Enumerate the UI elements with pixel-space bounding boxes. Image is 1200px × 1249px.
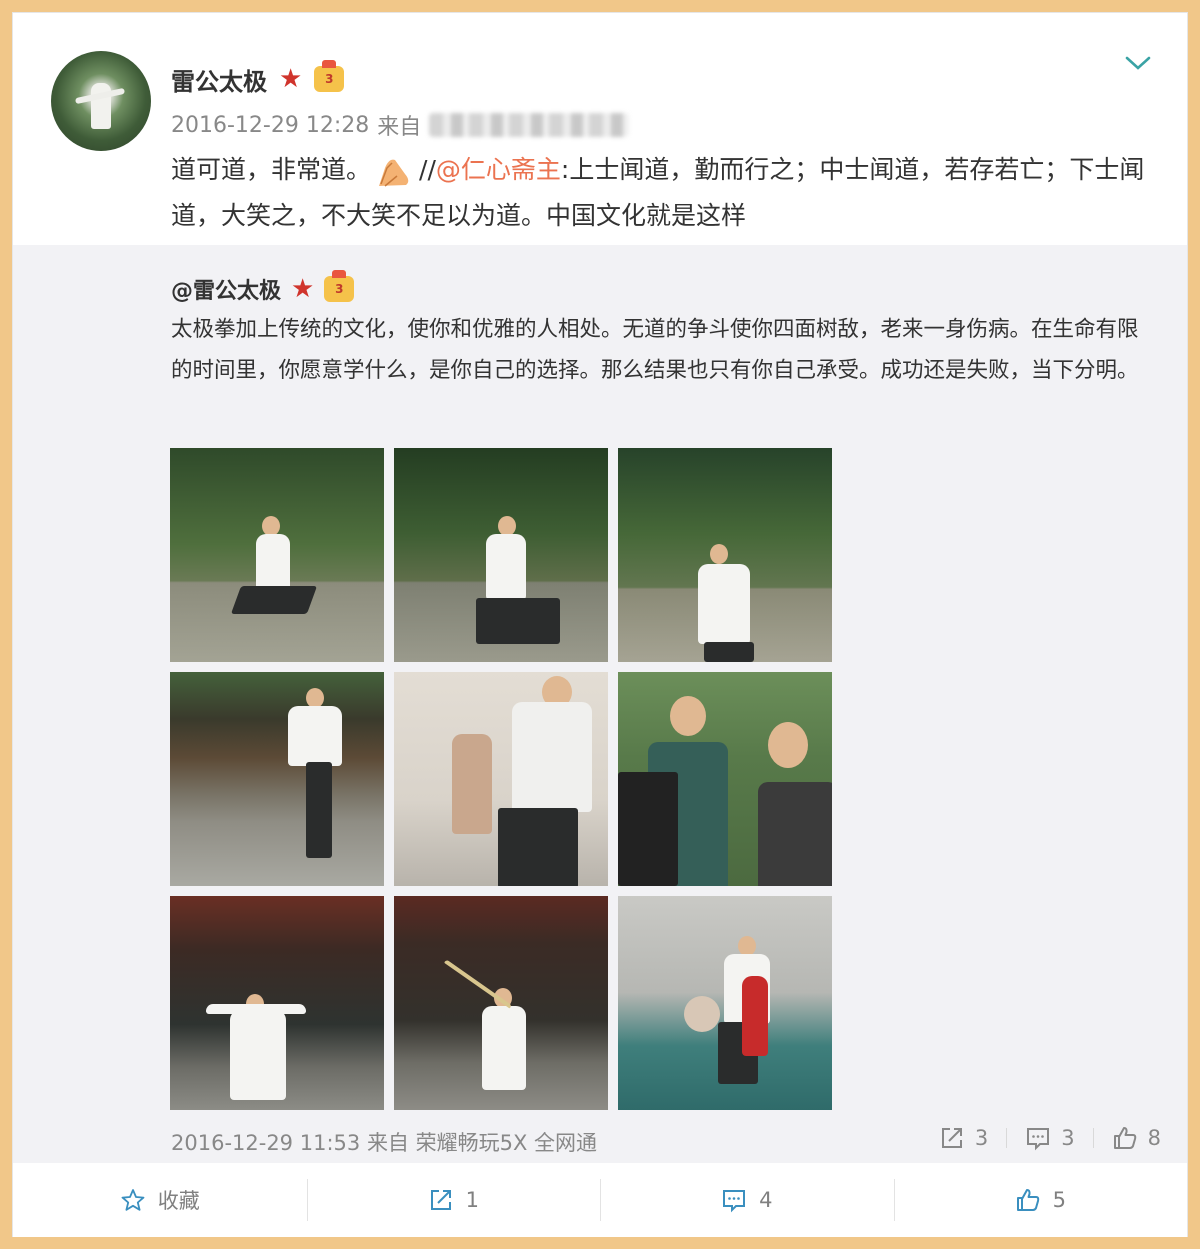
photo-garden-stance-2[interactable]: [394, 448, 608, 662]
repost-user-handle[interactable]: @雷公太极: [171, 273, 281, 305]
post-timestamp[interactable]: 2016-12-29 12:28: [171, 113, 369, 138]
comment-icon: [1027, 1128, 1050, 1151]
repost-text: 太极拳加上传统的文化，使你和优雅的人相处。无道的争斗使你四面树敌，老来一身伤病。…: [171, 317, 1139, 383]
praying-hands-emoji: [379, 159, 409, 187]
blurred-source: [429, 113, 630, 137]
repost-comment-button[interactable]: 3: [1025, 1125, 1075, 1151]
share-button[interactable]: 1: [306, 1163, 601, 1237]
repost-user-row: @雷公太极 ★ 3: [171, 270, 355, 305]
repost-meta: 2016-12-29 11:53 来自 荣耀畅玩5X 全网通: [171, 1127, 597, 1157]
repost-source-prefix: 来自: [366, 1131, 409, 1155]
like-button[interactable]: 5: [893, 1163, 1188, 1237]
repost-block: @雷公太极 ★ 3 太极拳加上传统的文化，使你和优雅的人相处。无道的争斗使你四面…: [13, 245, 1187, 1163]
user-name[interactable]: 雷公太极: [171, 62, 267, 97]
photo-pavilion-sword[interactable]: [394, 896, 608, 1110]
photo-push-hands[interactable]: [618, 672, 832, 886]
share-icon: [941, 1128, 962, 1148]
repost-timestamp[interactable]: 2016-12-29 11:53: [171, 1131, 360, 1155]
repost-source[interactable]: 荣耀畅玩5X 全网通: [416, 1131, 597, 1155]
favorite-button[interactable]: 收藏: [13, 1163, 307, 1237]
crown-badge-icon[interactable]: 3: [324, 270, 355, 302]
avatar[interactable]: [51, 51, 151, 151]
share-count: 1: [465, 1188, 479, 1212]
photo-teaching-child[interactable]: [394, 672, 608, 886]
red-star-icon: ★: [279, 64, 303, 94]
photo-demo-audience[interactable]: [170, 672, 384, 886]
star-outline-icon: [121, 1189, 145, 1211]
photo-gym-fan[interactable]: [618, 896, 832, 1110]
red-star-icon: ★: [291, 274, 315, 304]
like-count: 5: [1052, 1188, 1066, 1212]
share-icon: [430, 1190, 451, 1210]
favorite-label: 收藏: [157, 1189, 200, 1213]
post-text-before: 道可道，非常道。: [171, 155, 372, 184]
crown-badge-icon[interactable]: 3: [314, 60, 345, 92]
comment-count: 4: [759, 1188, 773, 1212]
comment-button[interactable]: 4: [600, 1163, 894, 1237]
repost-like-count: 8: [1147, 1126, 1161, 1150]
repost-comment-count: 3: [1061, 1126, 1075, 1150]
vip-level: 3: [335, 282, 344, 296]
weibo-post-card: 雷公太极 ★ 3 2016-12-29 12:28 来自 道可道，非常道。//@…: [12, 12, 1188, 1237]
post-header: 雷公太极 ★ 3 2016-12-29 12:28 来自 道可道，非常道。 //@…: [13, 13, 1187, 245]
repost-like-button[interactable]: 8: [1112, 1125, 1161, 1151]
source-prefix: 来自: [377, 115, 422, 140]
mention-link[interactable]: @仁心斋主: [436, 155, 561, 184]
name-row: 雷公太极 ★ 3: [171, 60, 345, 97]
repost-actions: 3 3 8: [939, 1125, 1161, 1151]
photo-garden-stance-1[interactable]: [170, 448, 384, 662]
repost-share-button[interactable]: 3: [939, 1125, 988, 1151]
post-text-separator: //: [419, 155, 436, 184]
action-bar: 收藏 1 4 5: [13, 1163, 1187, 1237]
photo-grid: [170, 448, 832, 1110]
thumbs-up-icon: [1016, 1189, 1039, 1211]
post-meta: 2016-12-29 12:28 来自: [171, 109, 630, 141]
thumbs-up-icon: [1113, 1127, 1136, 1149]
photo-garden-stance-3[interactable]: [618, 448, 832, 662]
vip-level: 3: [325, 72, 334, 86]
comment-icon: [723, 1190, 746, 1213]
photo-pavilion-stance[interactable]: [170, 896, 384, 1110]
post-text: 道可道，非常道。//@仁心斋主:上士闻道，勤而行之；中士闻道，若存若亡；下士闻道…: [171, 147, 1151, 239]
chevron-down-icon[interactable]: [1123, 53, 1153, 77]
repost-share-count: 3: [974, 1126, 989, 1150]
